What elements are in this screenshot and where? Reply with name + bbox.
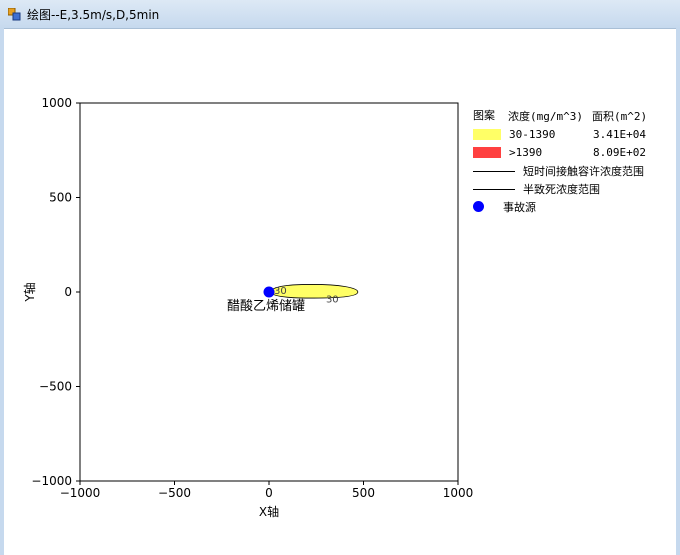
y-tick-label: 500	[49, 191, 72, 205]
x-tick-label: 500	[352, 486, 375, 500]
x-tick-label: −500	[158, 486, 191, 500]
legend-line-label: 半致死浓度范围	[523, 183, 600, 196]
source-point	[263, 286, 275, 298]
plot-area: 3030醋酸乙烯储罐−1000 −500 0 500 100010005000−500−…	[22, 96, 474, 519]
legend-header-concentration: 浓度(mg/m^3)	[508, 110, 583, 123]
x-tick-label: −1000	[60, 486, 101, 500]
legend-line-marker	[473, 189, 515, 190]
legend-swatch-yellow	[473, 129, 501, 140]
legend-line-marker	[473, 171, 515, 172]
x-axis-label: X轴	[259, 504, 279, 519]
legend-range: >1390	[509, 146, 543, 159]
legend-source: 事故源	[473, 199, 678, 215]
x-tick-label: 0	[265, 486, 273, 500]
legend-area: 3.41E+04	[593, 128, 646, 141]
legend-item-low: 30-1390 3.41E+04	[473, 127, 678, 143]
y-axis-label: Y轴	[22, 282, 37, 302]
contour-label: 30	[326, 295, 339, 306]
y-tick-label: 1000	[41, 96, 72, 110]
contour-label: 30	[274, 286, 287, 297]
legend-line-short-term: 短时间接触容许浓度范围	[473, 163, 678, 179]
legend-item-high: >1390 8.09E+02	[473, 145, 678, 161]
legend-source-dot	[473, 201, 484, 212]
y-tick-label: 0	[64, 285, 72, 299]
y-tick-label: −1000	[31, 474, 72, 488]
legend-swatch-red	[473, 147, 501, 158]
y-tick-label: −500	[39, 380, 72, 394]
legend-line-lethal: 半致死浓度范围	[473, 181, 678, 197]
x-tick-label: 1000	[443, 486, 474, 500]
legend-source-label: 事故源	[503, 201, 536, 214]
legend-range: 30-1390	[509, 128, 556, 141]
legend-header-pattern: 图案	[473, 109, 495, 122]
legend-line-label: 短时间接触容许浓度范围	[523, 165, 644, 178]
source-label: 醋酸乙烯储罐	[227, 298, 305, 314]
legend-area: 8.09E+02	[593, 146, 646, 159]
legend-header-area: 面积(m^2)	[592, 110, 648, 123]
